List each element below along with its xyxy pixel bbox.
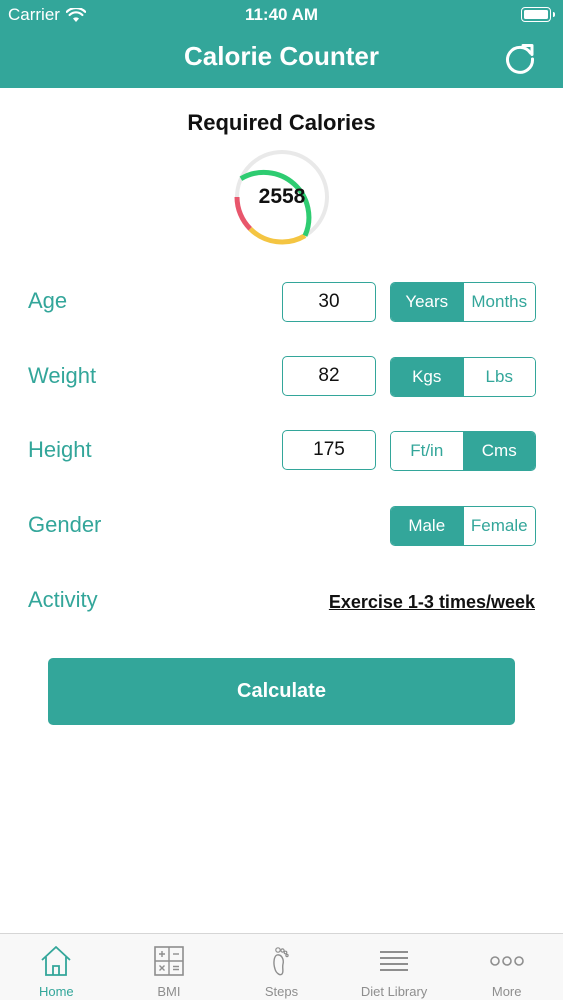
activity-selector-link[interactable]: Exercise 1-3 times/week [329, 592, 535, 613]
tab-bar: Home BMI Steps Diet Library More [0, 933, 563, 1000]
calculator-icon [154, 946, 184, 976]
height-unit-cms[interactable]: Cms [462, 432, 535, 470]
gender-label: Gender [28, 512, 102, 537]
age-label: Age [28, 288, 68, 313]
gender-female[interactable]: Female [462, 507, 535, 545]
footprint-icon [273, 947, 290, 976]
height-label: Height [28, 437, 92, 462]
required-calories-title: Required Calories [187, 110, 376, 135]
height-input[interactable]: 175 [282, 430, 376, 470]
weight-unit-selector: Kgs Lbs [390, 357, 536, 397]
status-bar: Carrier 11:40 AM [0, 0, 563, 30]
tab-more-label: More [491, 984, 522, 999]
tab-bmi[interactable]: BMI [113, 934, 226, 1000]
gender-male[interactable]: Male [391, 507, 463, 545]
tab-steps-label: Steps [264, 984, 299, 999]
weight-unit-kgs[interactable]: Kgs [391, 358, 463, 396]
age-unit-months[interactable]: Months [462, 283, 535, 321]
tab-bmi-label: BMI [157, 984, 181, 999]
calculate-button[interactable]: Calculate [48, 658, 515, 725]
tab-steps[interactable]: Steps [225, 934, 338, 1000]
status-time: 11:40 AM [244, 5, 319, 24]
gender-selector: Male Female [390, 506, 536, 546]
tab-home-label: Home [38, 984, 74, 999]
tab-diet-library[interactable]: Diet Library [338, 934, 451, 1000]
more-icon [489, 956, 524, 966]
weight-input[interactable]: 82 [282, 356, 376, 396]
age-unit-years[interactable]: Years [391, 283, 463, 321]
home-icon [41, 946, 71, 976]
height-unit-ftin[interactable]: Ft/in [391, 432, 463, 470]
age-unit-selector: Years Months [390, 282, 536, 322]
list-icon [380, 951, 409, 971]
height-unit-selector: Ft/in Cms [390, 431, 536, 471]
battery-icon [521, 7, 555, 22]
calorie-value: 2558 [258, 185, 306, 208]
age-input[interactable]: 30 [282, 282, 376, 322]
tab-home[interactable]: Home [0, 934, 113, 1000]
tab-more[interactable]: More [450, 934, 563, 1000]
tab-diet-library-label: Diet Library [360, 984, 428, 999]
weight-label: Weight [28, 363, 97, 388]
nav-bar: Carrier 11:40 AM Calorie Counter [0, 0, 563, 88]
activity-label: Activity [28, 587, 98, 612]
weight-unit-lbs[interactable]: Lbs [462, 358, 535, 396]
refresh-icon[interactable] [503, 42, 537, 76]
page-title: Calorie Counter [183, 41, 380, 71]
